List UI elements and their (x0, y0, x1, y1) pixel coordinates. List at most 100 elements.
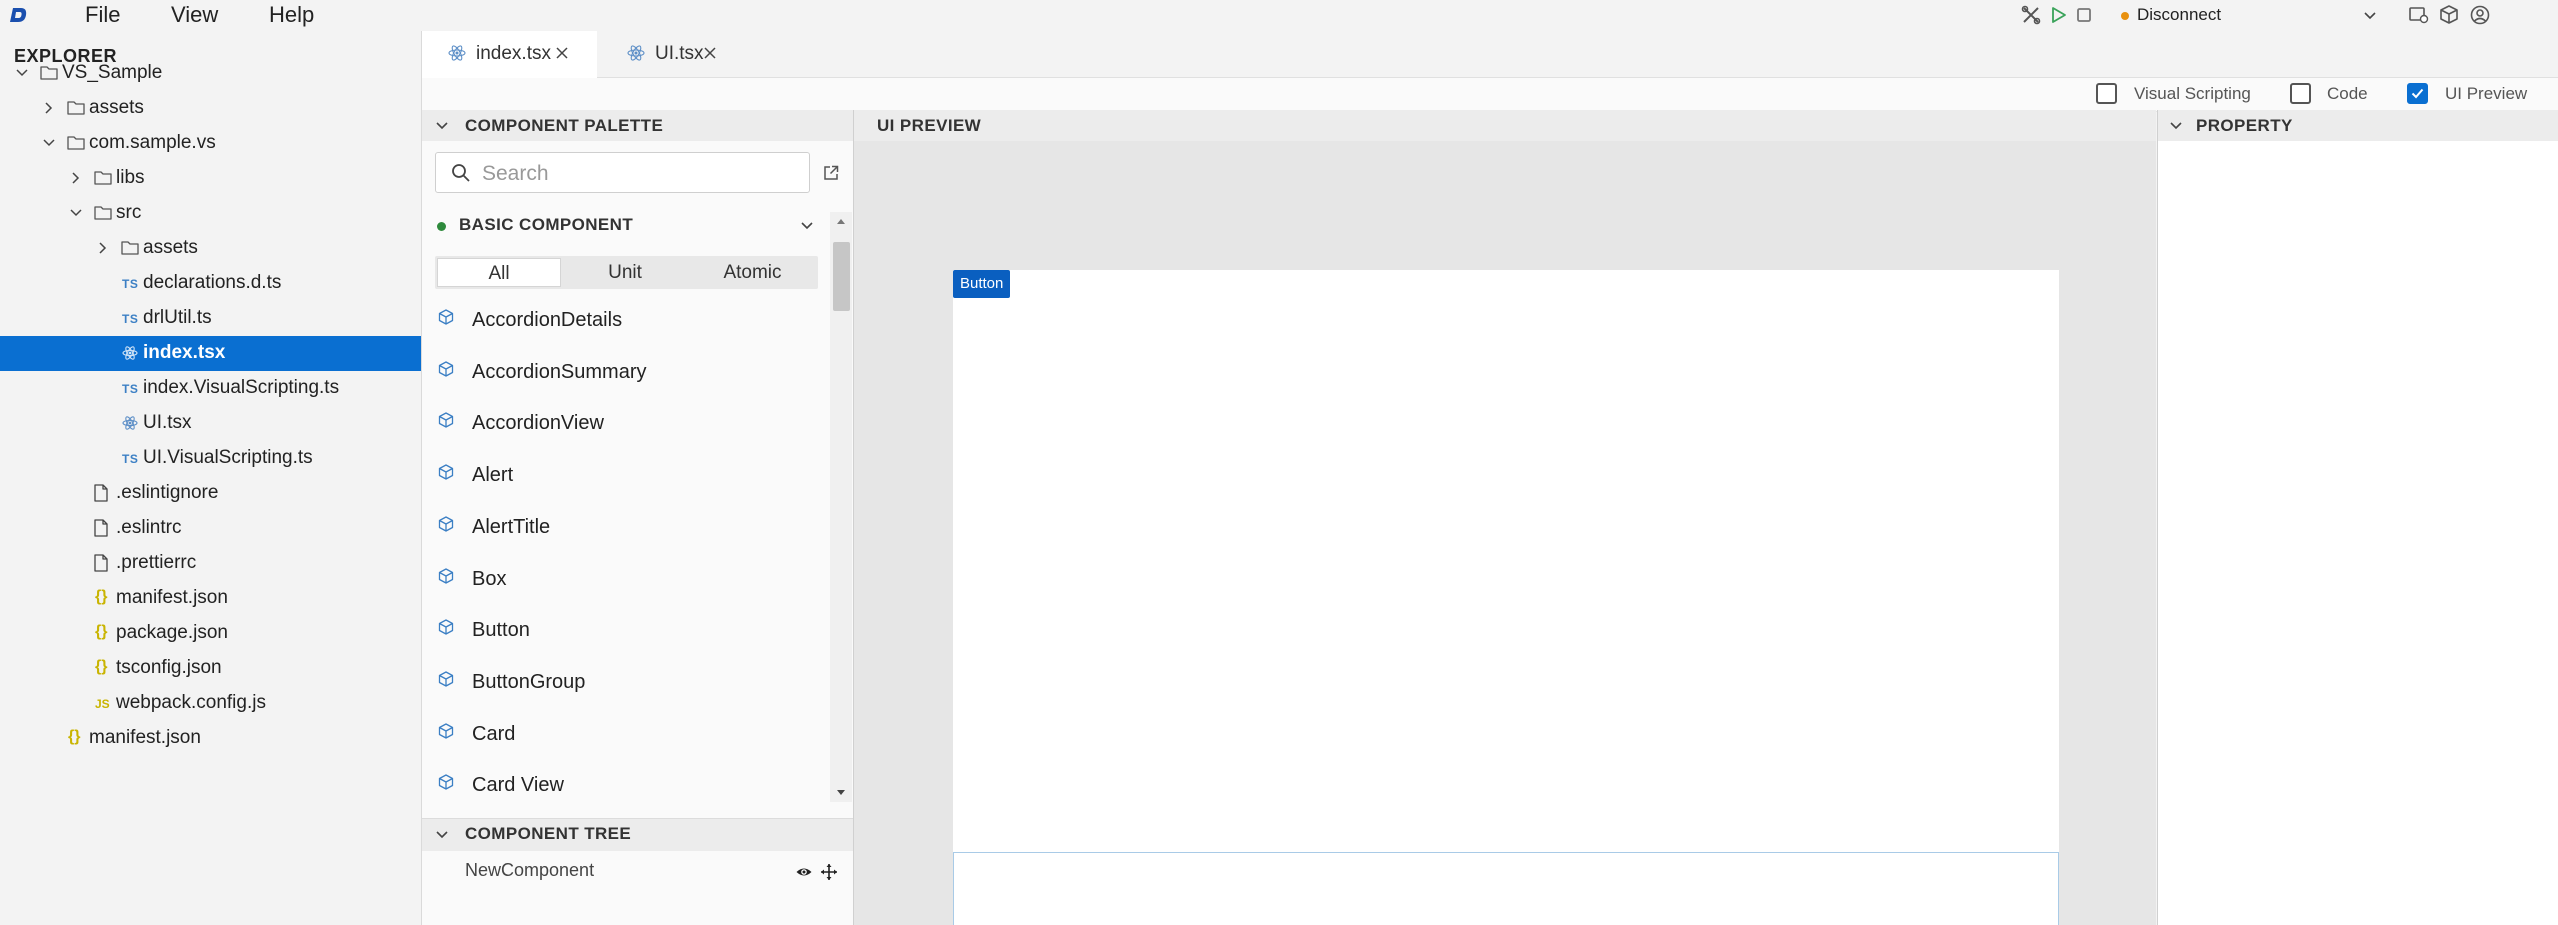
ui-preview-checkbox[interactable] (2407, 83, 2428, 104)
property-header[interactable]: PROPERTY (2158, 110, 2558, 141)
component-item-label: AccordionDetails (472, 309, 623, 331)
stop-icon[interactable] (2072, 3, 2096, 27)
visual-scripting-checkbox[interactable] (2096, 83, 2117, 104)
menu-view[interactable]: View (171, 1, 218, 29)
account-icon[interactable] (2468, 3, 2492, 27)
tree-item[interactable]: TS index.VisualScripting.ts (0, 371, 421, 406)
component-item[interactable]: Card (422, 715, 826, 766)
chevron-right-icon[interactable] (94, 239, 112, 257)
device-icon[interactable] (2406, 3, 2430, 27)
tree-item-label: package.json (116, 622, 228, 643)
component-tree-item[interactable]: NewComponent (422, 856, 853, 888)
selected-component-tag[interactable]: Button (953, 270, 1011, 298)
component-cube-icon (438, 516, 454, 532)
tree-item[interactable]: {} manifest.json (0, 581, 421, 616)
component-item-label: AlertTitle (472, 516, 551, 538)
component-item[interactable]: Card View (422, 766, 826, 817)
move-icon[interactable] (820, 863, 838, 881)
chevron-down-icon[interactable] (13, 64, 31, 82)
component-item[interactable]: AccordionDetails (422, 301, 826, 352)
tree-item-label: com.sample.vs (89, 132, 216, 153)
tree-item[interactable]: TS UI.VisualScripting.ts (0, 441, 421, 476)
tree-item-label: assets (89, 97, 144, 118)
close-icon[interactable] (554, 45, 570, 61)
component-item[interactable]: Button (422, 611, 826, 662)
menu-bar: File View Help Disconnect (0, 0, 2558, 32)
menu-help[interactable]: Help (269, 1, 314, 29)
connection-select[interactable]: Disconnect (2137, 2, 2221, 28)
tree-item[interactable]: .eslintrc (0, 511, 421, 546)
filter-all[interactable]: All (437, 258, 561, 287)
component-item-label: Card (472, 723, 516, 745)
tree-item-label: .eslintrc (116, 517, 182, 538)
tree-item[interactable]: {} tsconfig.json (0, 651, 421, 686)
tree-item-label: webpack.config.js (116, 692, 266, 713)
play-icon[interactable] (2046, 3, 2070, 27)
chevron-down-icon[interactable] (2361, 7, 2379, 25)
tree-item[interactable]: {} manifest.json (0, 721, 421, 756)
typescript-file-icon: TS (122, 452, 139, 466)
scroll-down-icon[interactable] (835, 788, 847, 798)
javascript-file-icon: JS (95, 697, 110, 711)
tree-item-label: UI.tsx (143, 412, 192, 433)
tree-item[interactable]: com.sample.vs (0, 126, 421, 161)
chevron-down-icon[interactable] (67, 204, 85, 222)
tree-item[interactable]: UI.tsx (0, 406, 421, 441)
tree-item[interactable]: index.tsx (0, 336, 421, 371)
close-icon[interactable] (702, 45, 718, 61)
package-icon[interactable] (2437, 3, 2461, 27)
component-palette-panel: COMPONENT PALETTE BASIC COMPONENT All Un… (422, 110, 854, 925)
folder-icon (67, 136, 85, 150)
tab-label: UI.tsx (655, 43, 704, 64)
tab-ui-tsx[interactable]: UI.tsx (597, 31, 747, 77)
basic-component-section-header[interactable]: BASIC COMPONENT (422, 210, 826, 242)
component-item[interactable]: AlertTitle (422, 508, 826, 559)
tree-item[interactable]: assets (0, 91, 421, 126)
menu-file[interactable]: File (85, 1, 120, 29)
filter-unit[interactable]: Unit (563, 258, 687, 287)
component-tree-header[interactable]: COMPONENT TREE (422, 818, 853, 851)
tree-item[interactable]: src (0, 196, 421, 231)
external-link-icon[interactable] (822, 164, 840, 182)
preview-canvas[interactable] (953, 270, 2059, 925)
chevron-down-icon[interactable] (40, 134, 58, 152)
tree-item[interactable]: VS_Sample (0, 56, 421, 91)
scroll-up-icon[interactable] (835, 216, 847, 226)
component-item[interactable]: AccordionSummary (422, 353, 826, 404)
eye-icon[interactable] (795, 863, 813, 881)
connection-status-dot (2121, 12, 2129, 20)
chevron-right-icon[interactable] (67, 169, 85, 187)
ui-preview-title: UI PREVIEW (877, 116, 982, 135)
ui-preview-header: UI PREVIEW (854, 110, 2156, 141)
code-checkbox[interactable] (2290, 83, 2311, 104)
react-file-icon (627, 45, 645, 61)
tree-item[interactable]: TS drlUtil.ts (0, 301, 421, 336)
search-input[interactable] (480, 159, 804, 188)
chevron-down-icon (2170, 122, 2182, 130)
tree-item[interactable]: {} package.json (0, 616, 421, 651)
tree-item-label: declarations.d.ts (143, 272, 282, 293)
component-item[interactable]: Box (422, 560, 826, 611)
ui-preview-panel: UI PREVIEW Button (854, 110, 2156, 925)
component-item[interactable]: Alert (422, 456, 826, 507)
tree-item[interactable]: assets (0, 231, 421, 266)
component-item[interactable]: ButtonGroup (422, 663, 826, 714)
palette-scrollbar-thumb[interactable] (833, 242, 850, 311)
filter-atomic[interactable]: Atomic (689, 258, 816, 287)
tree-item[interactable]: libs (0, 161, 421, 196)
component-palette-header[interactable]: COMPONENT PALETTE (422, 110, 853, 141)
tree-item[interactable]: .eslintignore (0, 476, 421, 511)
tab-index-tsx[interactable]: index.tsx (422, 31, 597, 79)
typescript-file-icon: TS (122, 277, 139, 291)
selected-component-outline[interactable] (953, 853, 2059, 925)
component-item[interactable]: AccordionView (422, 404, 826, 455)
tree-item[interactable]: .prettierrc (0, 546, 421, 581)
chevron-right-icon[interactable] (40, 99, 58, 117)
search-field[interactable] (435, 152, 810, 193)
file-icon (94, 484, 108, 502)
palette-scrollbar[interactable] (830, 212, 852, 802)
component-item-label: Card View (472, 774, 564, 796)
tools-icon[interactable] (2019, 3, 2043, 27)
tree-item[interactable]: JS webpack.config.js (0, 686, 421, 721)
tree-item[interactable]: TS declarations.d.ts (0, 266, 421, 301)
